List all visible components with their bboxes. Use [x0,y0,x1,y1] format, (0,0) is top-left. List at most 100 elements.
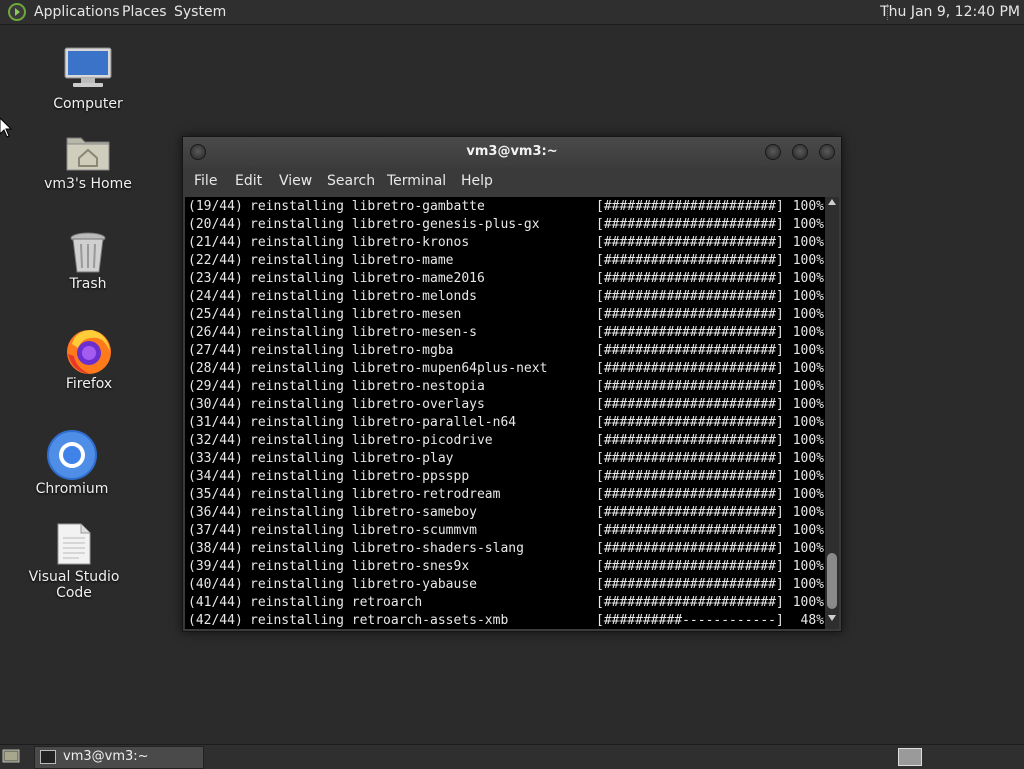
terminal-progress-bar: [######################] [596,469,784,484]
menu-terminal[interactable]: Terminal [387,173,446,189]
terminal-line-package: reinstalling libretro-genesis-plus-gx [250,217,540,232]
terminal-line-text: (38/44) [188,541,243,556]
terminal-progress-percent: 100% [792,505,824,520]
computer-icon [63,46,113,94]
scroll-thumb[interactable] [827,553,837,609]
terminal-titlebar[interactable]: vm3@vm3:~ [183,137,841,167]
terminal-line-text: (40/44) [188,577,243,592]
minimize-button[interactable] [765,144,781,160]
menu-places[interactable]: Places [122,3,167,21]
terminal-progress-bar: [######################] [596,595,784,610]
terminal-line-text: (41/44) [188,595,243,610]
desktop-icon-label: vm3's Home [44,176,132,192]
terminal-line-text: (21/44) [188,235,243,250]
terminal-line-package: reinstalling libretro-mgba [250,343,454,358]
terminal-line-package: reinstalling libretro-play [250,451,454,466]
terminal-line-package: reinstalling libretro-yabause [250,577,477,592]
desktop-icon-chromium[interactable]: Chromium [7,430,137,500]
terminal-line-package: reinstalling libretro-mame [250,253,454,268]
terminal-window[interactable]: vm3@vm3:~ File Edit View Search Terminal… [182,136,842,632]
terminal-progress-percent: 100% [792,577,824,592]
terminal-line-package: reinstalling retroarch [250,595,423,610]
terminal-output[interactable]: (19/44) reinstalling libretro-gambatte [##… [185,197,825,629]
terminal-line-text: (39/44) [188,559,243,574]
terminal-progress-percent: 100% [792,595,824,610]
terminal-progress-bar: [######################] [596,415,784,430]
maximize-button[interactable] [792,144,808,160]
terminal-progress-percent: 100% [792,307,824,322]
show-desktop-icon[interactable] [2,748,20,764]
terminal-progress-percent: 100% [792,235,824,250]
menu-search[interactable]: Search [327,173,375,189]
applications-menu-icon[interactable] [8,3,26,21]
terminal-progress-percent: 48% [800,613,824,628]
terminal-line-text: (23/44) [188,271,243,286]
menu-edit[interactable]: Edit [235,173,262,189]
top-panel: Applications Places System Thu Jan 9, 12… [0,0,1024,25]
taskbar-terminal-button[interactable]: vm3@vm3:~ [34,746,204,769]
desktop-icon-computer[interactable]: Computer [23,44,153,116]
menu-applications[interactable]: Applications [34,3,120,21]
menu-file[interactable]: File [194,173,217,189]
terminal-menubar: File Edit View Search Terminal Help [183,167,841,195]
desktop-icon-trash[interactable]: Trash [23,228,153,296]
terminal-line-package: reinstalling libretro-melonds [250,289,477,304]
terminal-progress-percent: 100% [792,325,824,340]
mouse-cursor-icon [0,117,13,142]
clock[interactable]: Thu Jan 9, 12:40 PM [880,3,1020,21]
terminal-line-text: (29/44) [188,379,243,394]
terminal-progress-bar: [######################] [596,397,784,412]
terminal-progress-percent: 100% [792,199,824,214]
desktop-icon-label: Visual Studio Code [28,569,120,601]
terminal-progress-percent: 100% [792,415,824,430]
menu-system[interactable]: System [174,3,226,21]
terminal-scrollbar[interactable] [825,197,839,629]
terminal-progress-percent: 100% [792,559,824,574]
terminal-progress-bar: [######################] [596,361,784,376]
terminal-line-text: (25/44) [188,307,243,322]
terminal-progress-percent: 100% [792,523,824,538]
terminal-progress-bar: [######################] [596,289,784,304]
terminal-line-text: (33/44) [188,451,243,466]
terminal-progress-percent: 100% [792,343,824,358]
terminal-progress-bar: [######################] [596,325,784,340]
desktop-icon-vscode[interactable]: Visual Studio Code [9,520,139,601]
terminal-line-package: reinstalling libretro-parallel-n64 [250,415,517,430]
terminal-line-package: reinstalling libretro-snes9x [250,559,470,574]
terminal-progress-bar: [######################] [596,271,784,286]
terminal-line-text: (28/44) [188,361,243,376]
terminal-line-text: (30/44) [188,397,243,412]
terminal-line-package: reinstalling libretro-picodrive [250,433,493,448]
terminal-line-package: reinstalling libretro-nestopia [250,379,485,394]
desktop-icon-firefox[interactable]: Firefox [24,326,154,396]
terminal-progress-percent: 100% [792,541,824,556]
scroll-up-icon[interactable] [828,199,836,205]
terminal-progress-bar: [######################] [596,433,784,448]
desktop-icon-home[interactable]: vm3's Home [23,128,153,196]
scroll-down-icon[interactable] [828,615,836,621]
terminal-line-package: reinstalling libretro-kronos [250,235,470,250]
taskbar-terminal-label: vm3@vm3:~ [63,749,149,764]
terminal-line-text: (20/44) [188,217,243,232]
terminal-line-package: reinstalling libretro-mesen [250,307,462,322]
terminal-progress-bar: [######################] [596,199,784,214]
terminal-line-package: reinstalling retroarch-assets-xmb [250,613,509,628]
close-button[interactable] [819,144,835,160]
document-icon [55,522,93,570]
terminal-line-package: reinstalling libretro-scummvm [250,523,477,538]
workspace-switcher[interactable] [898,748,922,766]
terminal-progress-bar: [######################] [596,577,784,592]
terminal-progress-bar: [######################] [596,451,784,466]
desktop-icon-label: Firefox [65,376,113,392]
terminal-line-package: reinstalling libretro-shaders-slang [250,541,524,556]
menu-view[interactable]: View [279,173,312,189]
terminal-progress-bar: [######################] [596,379,784,394]
terminal-line-text: (35/44) [188,487,243,502]
terminal-progress-bar: [######################] [596,541,784,556]
terminal-line-package: reinstalling libretro-ppsspp [250,469,470,484]
terminal-line-package: reinstalling libretro-retrodream [250,487,501,502]
terminal-progress-percent: 100% [792,289,824,304]
terminal-progress-bar: [##########------------] [596,613,784,628]
menu-help[interactable]: Help [461,173,493,189]
terminal-progress-percent: 100% [792,451,824,466]
